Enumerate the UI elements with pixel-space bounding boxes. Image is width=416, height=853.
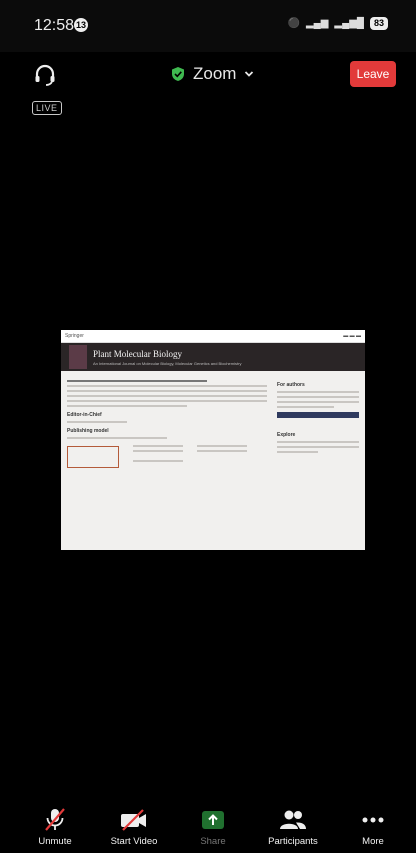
clock: 12:58 — [34, 17, 75, 34]
system-icons: ⚫ ▂▄▆ ▂▄▆█ 83 — [287, 17, 388, 30]
meeting-title-dropdown[interactable]: Zoom — [171, 64, 254, 84]
journal-banner: Plant Molecular Biology An International… — [61, 343, 365, 371]
highlighted-metric-box — [67, 446, 119, 468]
journal-subtitle: An International Journal on Molecular Bi… — [93, 360, 242, 366]
unmute-label: Unmute — [38, 836, 72, 847]
headphones-status-icon: ⚫ — [287, 18, 300, 29]
start-video-button[interactable]: Start Video — [94, 807, 174, 847]
share-button[interactable]: Share — [173, 807, 253, 847]
more-dots-icon — [362, 817, 384, 823]
editor-heading: Editor-in-Chief — [67, 412, 102, 418]
participants-label: Participants — [268, 836, 318, 847]
status-bar: 12:58 13 ⚫ ▂▄▆ ▂▄▆█ 83 — [0, 0, 416, 52]
share-label: Share — [200, 836, 226, 847]
explore-heading: Explore — [277, 432, 296, 438]
signal-icon: ▂▄▆ — [305, 18, 329, 29]
notification-count-badge: 13 — [74, 18, 88, 32]
unmute-button[interactable]: Unmute — [15, 807, 95, 847]
header-links: ▬ ▬ ▬ — [343, 333, 361, 339]
more-label: More — [362, 836, 384, 847]
leave-button[interactable]: Leave — [350, 61, 396, 87]
journal-main-column: Editor-in-Chief Publishing model — [67, 377, 267, 468]
meeting-title: Zoom — [193, 64, 237, 83]
meeting-toolbar: Unmute Start Video Share Participants Mo… — [0, 807, 416, 853]
authors-heading: For authors — [277, 382, 305, 388]
journal-cover-image — [69, 345, 87, 369]
more-button[interactable]: More — [333, 807, 413, 847]
journal-page-body: Editor-in-Chief Publishing model For aut… — [61, 371, 365, 474]
microphone-muted-icon — [45, 808, 65, 831]
shared-browser-header: Springer ▬ ▬ ▬ — [61, 330, 365, 343]
site-label: Springer — [65, 333, 84, 339]
participants-button[interactable]: Participants — [253, 807, 333, 847]
participants-icon — [280, 810, 306, 829]
meeting-top-bar: Zoom Leave — [0, 52, 416, 102]
start-video-label: Start Video — [110, 836, 158, 847]
secure-shield-icon — [172, 67, 184, 81]
audio-headset-icon[interactable] — [32, 62, 58, 88]
wifi-icon: ▂▄▆█ — [334, 18, 364, 29]
live-badge: LIVE — [32, 101, 62, 115]
journal-side-column: For authors Explore — [277, 377, 359, 468]
chevron-down-icon — [245, 71, 254, 77]
share-screen-icon — [202, 811, 224, 829]
battery-icon: 83 — [369, 17, 388, 30]
video-camera-off-icon — [121, 809, 146, 831]
journal-title: Plant Molecular Biology — [93, 348, 182, 359]
publishing-heading: Publishing model — [67, 428, 109, 434]
shared-screen: Springer ▬ ▬ ▬ Plant Molecular Biology A… — [61, 330, 365, 550]
submit-manuscript-button — [277, 412, 359, 418]
